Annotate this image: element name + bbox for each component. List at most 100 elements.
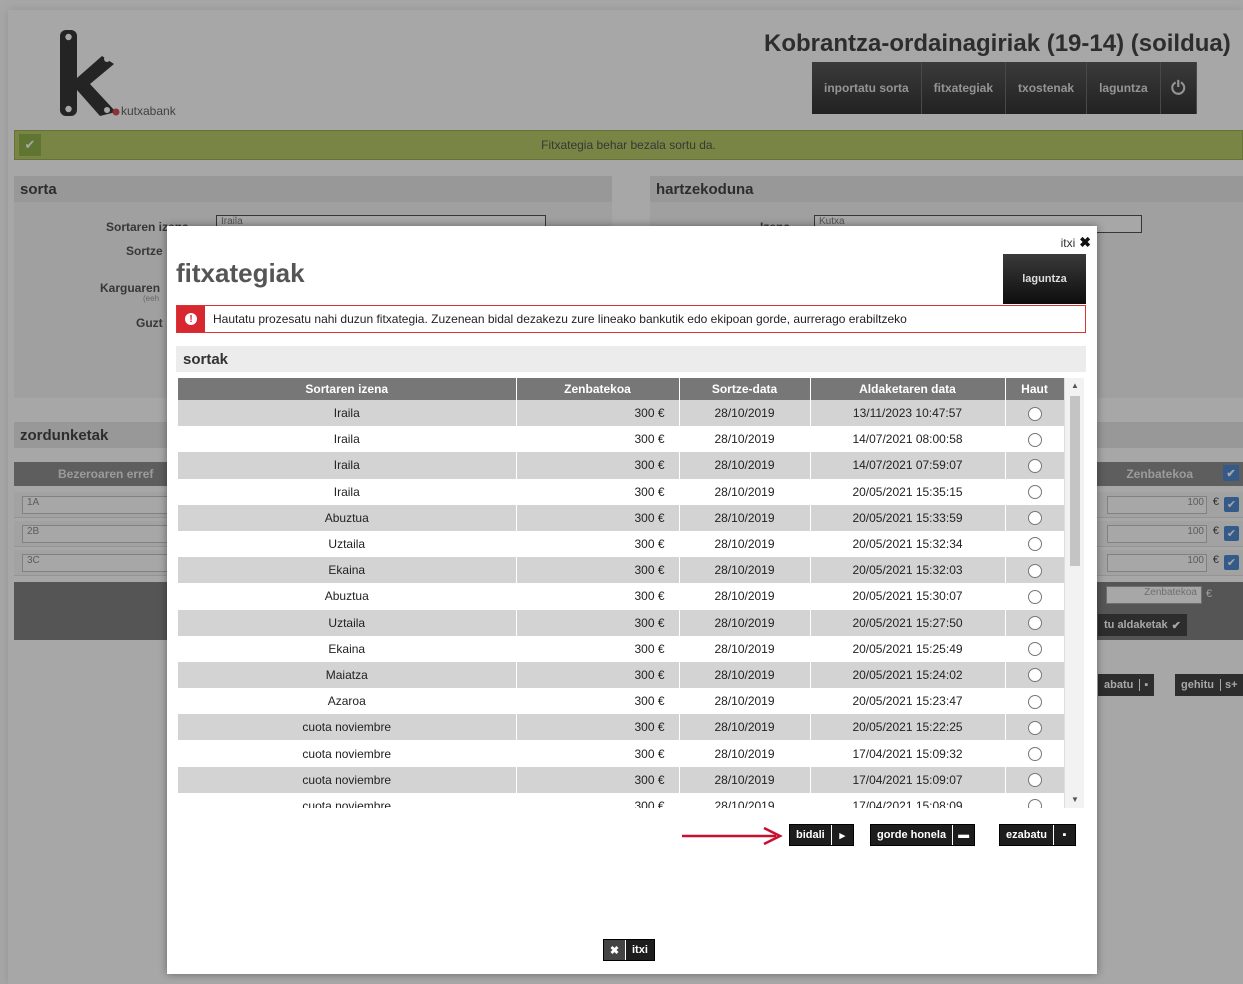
row-select-radio[interactable] <box>1027 642 1042 657</box>
close-icon: ✖ <box>1079 234 1091 250</box>
row-name: Iraila <box>178 400 517 427</box>
table-row[interactable]: cuota noviembre 300 €28/10/2019 17/04/2021… <box>178 740 1064 767</box>
row-select-radio[interactable] <box>1027 589 1042 604</box>
table-row[interactable]: cuota noviembre 300 €28/10/2019 20/05/2021… <box>178 714 1064 741</box>
delete-button[interactable]: ezabatu ▪ <box>999 824 1076 846</box>
row-created-date: 28/10/2019 <box>679 400 811 427</box>
row-select-radio[interactable] <box>1027 746 1042 761</box>
col-header-select: Haut <box>1005 378 1064 400</box>
row-created-date: 28/10/2019 <box>679 609 811 636</box>
row-created-date: 28/10/2019 <box>679 740 811 767</box>
row-modified-date: 17/04/2021 15:08:09 <box>810 792 1006 808</box>
table-row[interactable]: Iraila 300 €28/10/2019 14/07/2021 07:59:07 <box>178 452 1064 479</box>
dialog-close-top[interactable]: itxi ✖ <box>1061 234 1091 251</box>
row-select-cell <box>1005 452 1064 479</box>
scrollbar-thumb[interactable] <box>1070 396 1080 566</box>
row-modified-date: 17/04/2021 15:09:07 <box>810 766 1006 793</box>
table-row[interactable]: Ekaina 300 €28/10/2019 20/05/2021 15:32:03 <box>178 557 1064 584</box>
table-row[interactable]: Iraila 300 €28/10/2019 20/05/2021 15:35:15 <box>178 478 1064 505</box>
row-select-radio[interactable] <box>1027 563 1042 578</box>
row-amount: 300 € <box>516 426 680 453</box>
table-scrollbar[interactable]: ▲ ▼ <box>1064 378 1084 808</box>
dialog-title: fitxategiak <box>176 258 305 288</box>
table-row[interactable]: Maiatza 300 €28/10/2019 20/05/2021 15:24:0… <box>178 661 1064 689</box>
table-row[interactable]: cuota noviembre 300 €28/10/2019 17/04/2021… <box>178 766 1064 793</box>
row-select-cell <box>1005 426 1064 453</box>
row-select-cell <box>1005 740 1064 767</box>
info-message: ! Hautatu prozesatu nahi duzun fitxategi… <box>176 305 1086 333</box>
alert-icon: ! <box>177 306 205 332</box>
send-button[interactable]: bidali ▸ <box>789 824 854 846</box>
annotation-arrow-icon <box>682 826 783 846</box>
table-row[interactable]: Ekaina 300 €28/10/2019 20/05/2021 15:25:49 <box>178 635 1064 662</box>
dialog-close-label: itxi <box>1060 235 1076 250</box>
row-select-radio[interactable] <box>1027 616 1042 630</box>
row-select-cell <box>1005 714 1064 741</box>
row-created-date: 28/10/2019 <box>679 688 811 715</box>
row-select-radio[interactable] <box>1027 694 1042 709</box>
col-header-created[interactable]: Sortze-data <box>679 378 811 400</box>
table-row[interactable]: Abuztua 300 €28/10/2019 20/05/2021 15:30:0… <box>178 583 1064 610</box>
row-select-radio[interactable] <box>1027 458 1042 473</box>
row-select-radio[interactable] <box>1027 485 1042 500</box>
row-modified-date: 20/05/2021 15:30:07 <box>810 583 1006 610</box>
row-select-radio[interactable] <box>1027 773 1042 788</box>
row-amount: 300 € <box>516 557 680 584</box>
help-button[interactable]: laguntza <box>1003 254 1086 304</box>
row-name: Azaroa <box>178 688 517 715</box>
batches-table: Sortaren izena Zenbatekoa Sortze-data Al… <box>178 378 1064 808</box>
table-row[interactable]: cuota noviembre 300 €28/10/2019 17/04/2021… <box>178 792 1064 808</box>
row-name: Ekaina <box>178 635 517 662</box>
table-row[interactable]: Iraila 300 €28/10/2019 13/11/2023 10:47:57 <box>178 400 1064 427</box>
row-select-cell <box>1005 557 1064 584</box>
row-amount: 300 € <box>516 609 680 636</box>
row-select-radio[interactable] <box>1027 720 1042 735</box>
row-select-cell <box>1005 400 1064 427</box>
row-select-cell <box>1005 688 1064 715</box>
row-name: Iraila <box>178 478 517 505</box>
row-created-date: 28/10/2019 <box>679 766 811 793</box>
col-header-name[interactable]: Sortaren izena <box>178 378 517 400</box>
save-as-button[interactable]: gorde honela ▬ <box>870 824 976 846</box>
scroll-up-icon[interactable]: ▲ <box>1065 378 1085 394</box>
row-amount: 300 € <box>516 635 680 662</box>
row-name: Abuztua <box>178 504 517 531</box>
row-amount: 300 € <box>516 740 680 767</box>
row-name: cuota noviembre <box>178 792 517 808</box>
row-select-cell <box>1005 583 1064 610</box>
row-select-cell <box>1005 530 1064 558</box>
files-dialog: itxi ✖ fitxategiak laguntza ! Hautatu pr… <box>167 226 1097 974</box>
row-name: Uztaila <box>178 609 517 636</box>
row-created-date: 28/10/2019 <box>679 661 811 689</box>
send-label: bidali <box>796 829 825 841</box>
row-created-date: 28/10/2019 <box>679 792 811 808</box>
close-label: itxi <box>632 944 648 956</box>
close-button[interactable]: ✖ itxi <box>603 939 655 961</box>
row-select-radio[interactable] <box>1027 511 1042 526</box>
row-select-radio[interactable] <box>1027 406 1042 421</box>
row-select-cell <box>1005 609 1064 636</box>
row-amount: 300 € <box>516 792 680 808</box>
save-as-label: gorde honela <box>877 829 947 841</box>
col-header-modified[interactable]: Aldaketaren data <box>810 378 1006 400</box>
row-amount: 300 € <box>516 583 680 610</box>
row-select-radio[interactable] <box>1027 668 1042 683</box>
row-modified-date: 17/04/2021 15:09:32 <box>810 740 1006 767</box>
row-select-radio[interactable] <box>1027 799 1042 808</box>
scroll-down-icon[interactable]: ▼ <box>1065 792 1085 808</box>
col-header-amount[interactable]: Zenbatekoa <box>516 378 680 400</box>
delete-label: ezabatu <box>1006 829 1047 841</box>
row-name: Iraila <box>178 452 517 479</box>
row-select-cell <box>1005 504 1064 531</box>
table-row[interactable]: Azaroa 300 €28/10/2019 20/05/2021 15:23:47 <box>178 688 1064 715</box>
table-row[interactable]: Uztaila 300 €28/10/2019 20/05/2021 15:27:5… <box>178 609 1064 636</box>
row-created-date: 28/10/2019 <box>679 530 811 558</box>
row-modified-date: 20/05/2021 15:32:03 <box>810 557 1006 584</box>
table-row[interactable]: Abuztua 300 €28/10/2019 20/05/2021 15:33:5… <box>178 504 1064 531</box>
table-row[interactable]: Iraila 300 €28/10/2019 14/07/2021 08:00:58 <box>178 426 1064 453</box>
row-modified-date: 20/05/2021 15:35:15 <box>810 478 1006 505</box>
row-select-radio[interactable] <box>1027 432 1042 447</box>
row-amount: 300 € <box>516 688 680 715</box>
table-row[interactable]: Uztaila 300 €28/10/2019 20/05/2021 15:32:3… <box>178 530 1064 558</box>
row-select-radio[interactable] <box>1027 537 1042 552</box>
